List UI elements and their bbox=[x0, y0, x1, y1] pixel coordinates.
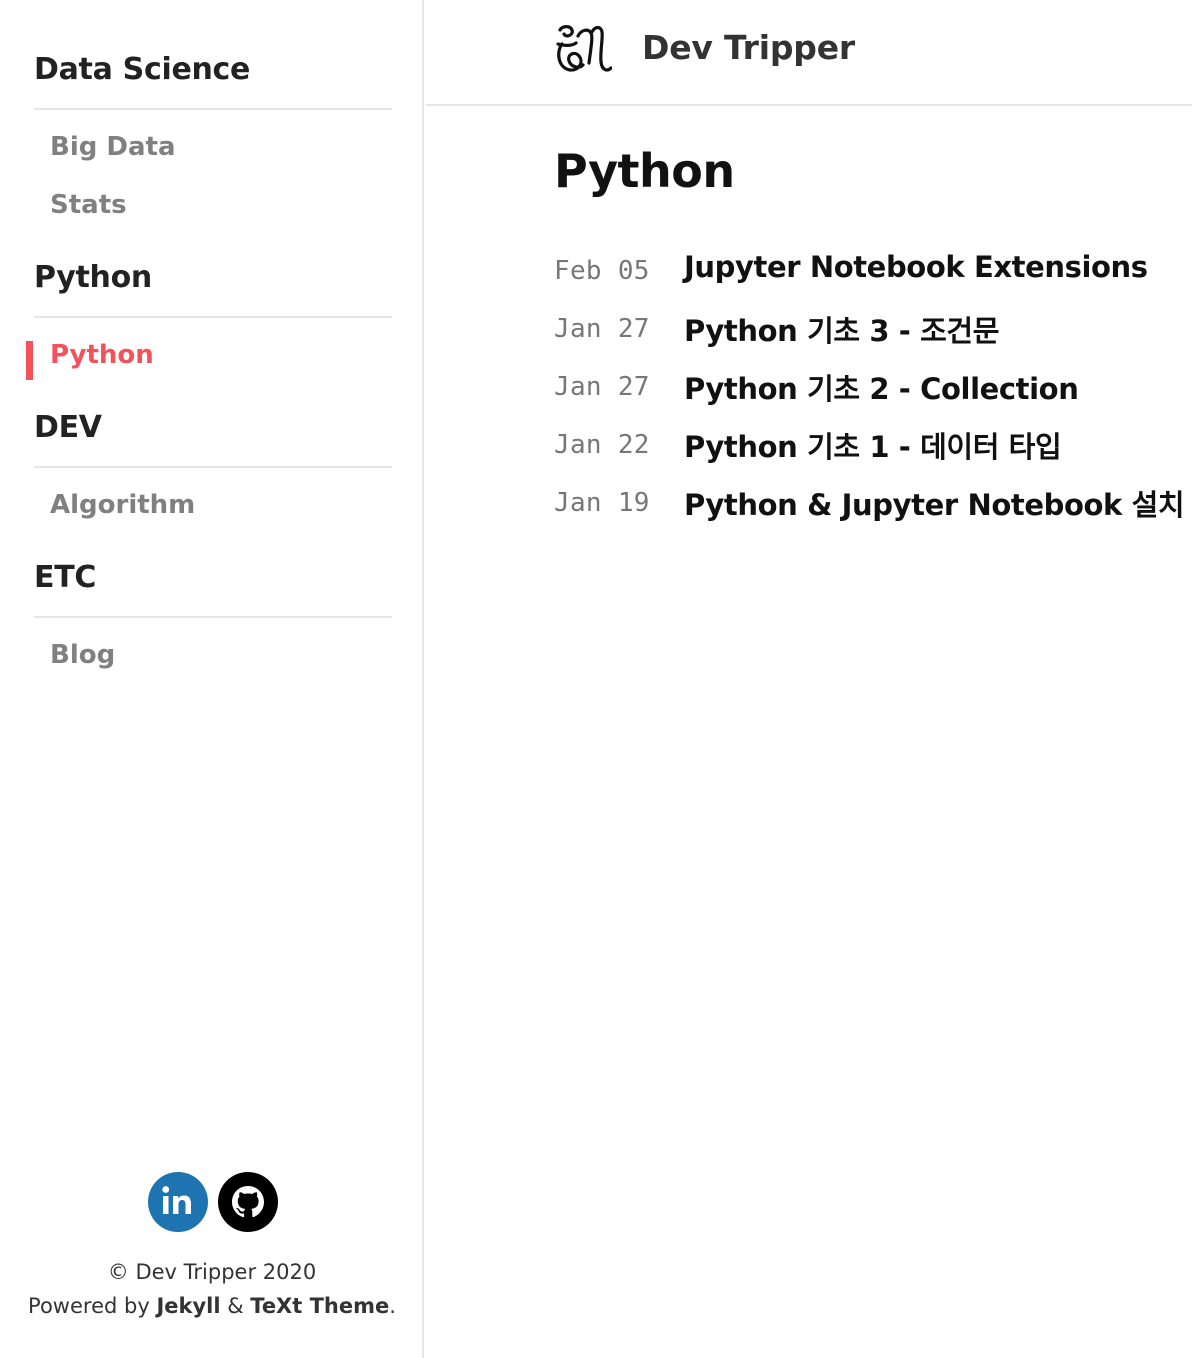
sidebar-item-big-data[interactable]: Big Data bbox=[50, 132, 176, 162]
sidebar: Data Science Big Data Stats Python Pytho… bbox=[0, 0, 424, 1358]
post-link[interactable]: Python 기초 2 - Collection bbox=[684, 366, 1079, 408]
site-title[interactable]: Dev Tripper bbox=[642, 28, 855, 67]
list-item: Jan 27 Python 기초 2 - Collection bbox=[554, 366, 1174, 424]
sidebar-item-algorithm[interactable]: Algorithm bbox=[50, 490, 195, 520]
active-indicator bbox=[26, 341, 33, 380]
site-header: Dev Tripper bbox=[426, 0, 1192, 106]
footer-copyright: © Dev Tripper 2020 bbox=[107, 1260, 317, 1284]
post-list: Feb 05 Jupyter Notebook Extensions Jan 2… bbox=[554, 250, 1185, 540]
post-date: Jan 22 bbox=[554, 430, 650, 460]
section-divider bbox=[34, 616, 392, 618]
list-item: Jan 19 Python & Jupyter Notebook 설치 bbox=[554, 482, 1185, 540]
section-title-data-science: Data Science bbox=[34, 52, 251, 87]
section-divider bbox=[34, 466, 392, 468]
post-date: Feb 05 bbox=[554, 256, 650, 286]
section-divider bbox=[34, 316, 392, 318]
linkedin-icon[interactable] bbox=[148, 1172, 208, 1232]
powered-suffix: . bbox=[389, 1294, 396, 1318]
section-divider bbox=[34, 108, 392, 110]
sidebar-item-python[interactable]: Python bbox=[50, 340, 154, 370]
sidebar-item-stats[interactable]: Stats bbox=[50, 190, 127, 220]
list-item: Jan 27 Python 기초 3 - 조건문 bbox=[554, 308, 1174, 366]
page-title: Python bbox=[554, 144, 735, 198]
post-link[interactable]: Jupyter Notebook Extensions bbox=[684, 250, 1148, 284]
section-title-etc: ETC bbox=[34, 560, 97, 595]
list-item: Feb 05 Jupyter Notebook Extensions bbox=[554, 250, 1174, 308]
powered-prefix: Powered by bbox=[28, 1294, 157, 1318]
powered-and: & bbox=[220, 1294, 251, 1318]
post-link[interactable]: Python 기초 3 - 조건문 bbox=[684, 308, 999, 350]
section-title-dev: DEV bbox=[34, 410, 102, 445]
github-icon[interactable] bbox=[218, 1172, 278, 1232]
footer-powered-by: Powered by Jekyll & TeXt Theme. bbox=[0, 1294, 424, 1318]
section-title-python: Python bbox=[34, 260, 152, 295]
post-date: Jan 27 bbox=[554, 372, 650, 402]
post-date: Jan 19 bbox=[554, 488, 650, 518]
text-theme-link[interactable]: TeXt Theme bbox=[250, 1294, 389, 1318]
monogram-logo-icon[interactable] bbox=[554, 22, 613, 84]
post-link[interactable]: Python 기초 1 - 데이터 타입 bbox=[684, 424, 1062, 466]
sidebar-item-blog[interactable]: Blog bbox=[50, 640, 115, 670]
list-item: Jan 22 Python 기초 1 - 데이터 타입 bbox=[554, 424, 1174, 482]
post-link[interactable]: Python & Jupyter Notebook 설치 bbox=[684, 482, 1185, 524]
jekyll-link[interactable]: Jekyll bbox=[156, 1294, 220, 1318]
post-date: Jan 27 bbox=[554, 314, 650, 344]
